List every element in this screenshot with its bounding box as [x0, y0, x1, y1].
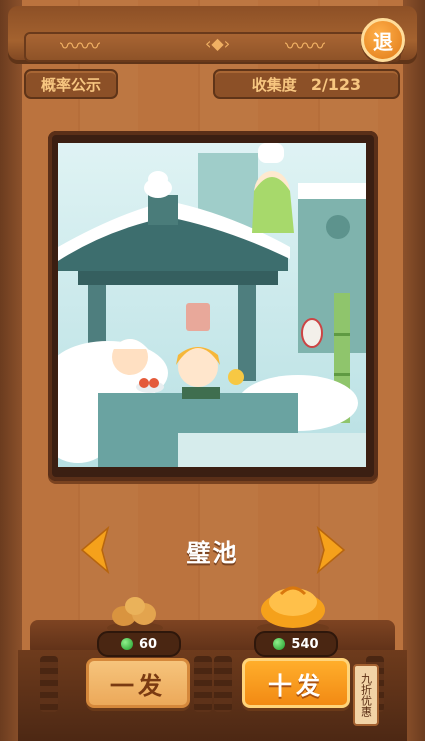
taiyaki-large-icon	[257, 586, 329, 634]
collection-label: 收集度	[251, 75, 297, 94]
single-draw-button[interactable]: 一发	[86, 658, 190, 708]
single-draw-cost: 60	[97, 631, 181, 657]
illustration-image	[58, 143, 366, 467]
counter-pillar	[194, 656, 212, 712]
card-frame	[48, 131, 378, 481]
discount-tag: 九折优惠	[353, 664, 379, 726]
counter-pillar	[214, 656, 232, 712]
counter-pillar	[40, 656, 58, 712]
right-frame	[403, 0, 425, 741]
card-illustration[interactable]	[58, 143, 366, 467]
gem-icon	[120, 638, 133, 650]
exit-button[interactable]: 退	[361, 18, 405, 62]
ten-cost-value: 540	[291, 636, 319, 652]
card-name: 璧池	[186, 539, 239, 567]
ten-draw-cost: 540	[254, 631, 338, 657]
gacha-screen: 〰〰 ‹◆› 〰〰 退 概率公示 收集度 2/123 璧池 60 540 一发 …	[0, 0, 425, 741]
diamond-ornament-icon: ‹◆›	[205, 34, 231, 53]
taiyaki-small-icon	[107, 597, 163, 634]
single-cost-value: 60	[138, 636, 158, 652]
left-frame	[0, 0, 22, 741]
ten-draw-button[interactable]: 十发	[242, 658, 350, 708]
scroll-ornament-icon: 〰〰	[285, 34, 325, 58]
gem-icon	[273, 638, 286, 650]
probability-button[interactable]: 概率公示	[24, 69, 118, 99]
collection-value: 2/123	[310, 74, 362, 94]
scroll-ornament-icon: 〰〰	[60, 34, 100, 58]
collection-progress: 收集度 2/123	[213, 69, 400, 99]
